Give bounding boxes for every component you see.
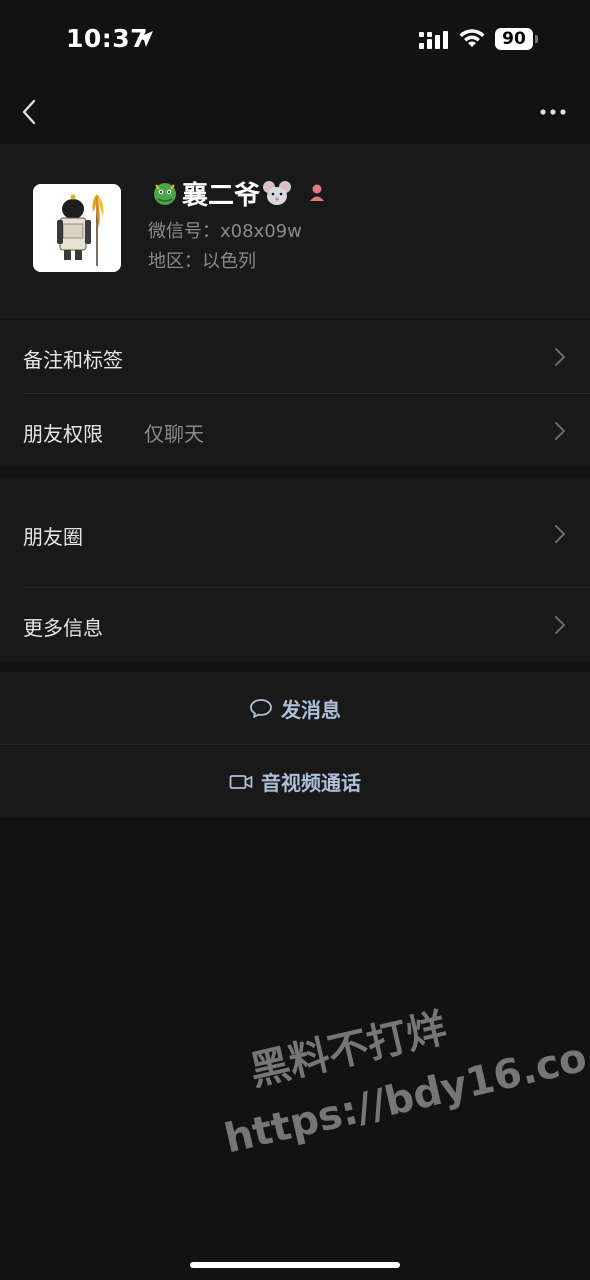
profile-name: 襄二爷 [182,180,261,211]
row-more-info[interactable]: 更多信息 [0,588,590,661]
profile-header: 襄二爷 微信号：x08x09w 地区：以色列 [0,144,590,318]
row-value: 仅聊天 [144,422,204,446]
row-label: 更多信息 [23,616,103,640]
row-friend-permissions[interactable]: 朋友权限 仅聊天 [0,394,590,467]
cellular-signal-icon [419,31,448,49]
status-bar: 10:37 90 [0,0,590,80]
av-call-button[interactable]: 音视频通话 [0,745,590,818]
chevron-right-icon [555,525,566,543]
home-indicator[interactable] [190,1262,400,1268]
row-remarks-tags[interactable]: 备注和标签 [0,320,590,393]
chat-bubble-icon [250,699,272,718]
profile-name-row: 襄二爷 [148,174,328,212]
watermark-url: https://bdy16.co [220,1034,590,1163]
av-call-label: 音视频通话 [261,771,361,795]
more-options-button[interactable] [532,96,574,128]
location-arrow-icon [137,31,153,47]
region: 地区：以色列 [148,251,256,272]
action-group: 发消息 音视频通话 [0,672,590,818]
mouse-emoji-icon [263,181,292,205]
wechat-id: 微信号：x08x09w [148,221,302,242]
watermark-text: 黑料不打烊 [245,1005,451,1096]
row-label: 备注和标签 [23,348,123,372]
battery-level: 90 [495,28,533,50]
row-label: 朋友圈 [23,525,83,549]
row-moments[interactable]: 朋友圈 [0,477,590,587]
avatar[interactable] [33,184,121,272]
battery-icon: 90 [495,28,538,50]
chevron-right-icon [555,422,566,440]
nav-bar [0,80,590,144]
chevron-right-icon [555,348,566,366]
menu-group-moments-info: 朋友圈 更多信息 [0,477,590,661]
chevron-right-icon [555,616,566,634]
menu-group-remarks-permissions: 备注和标签 朋友权限 仅聊天 [0,320,590,467]
watermark: 黑料不打烊 https://bdy16.co [200,949,590,1186]
female-icon [310,184,325,201]
wifi-icon [459,29,485,47]
avatar-image [33,184,121,272]
row-label: 朋友权限 [23,422,103,446]
dragon-emoji-icon [154,183,176,205]
video-camera-icon [229,774,253,789]
send-message-button[interactable]: 发消息 [0,672,590,744]
send-message-label: 发消息 [281,697,341,722]
back-button[interactable] [14,94,48,130]
